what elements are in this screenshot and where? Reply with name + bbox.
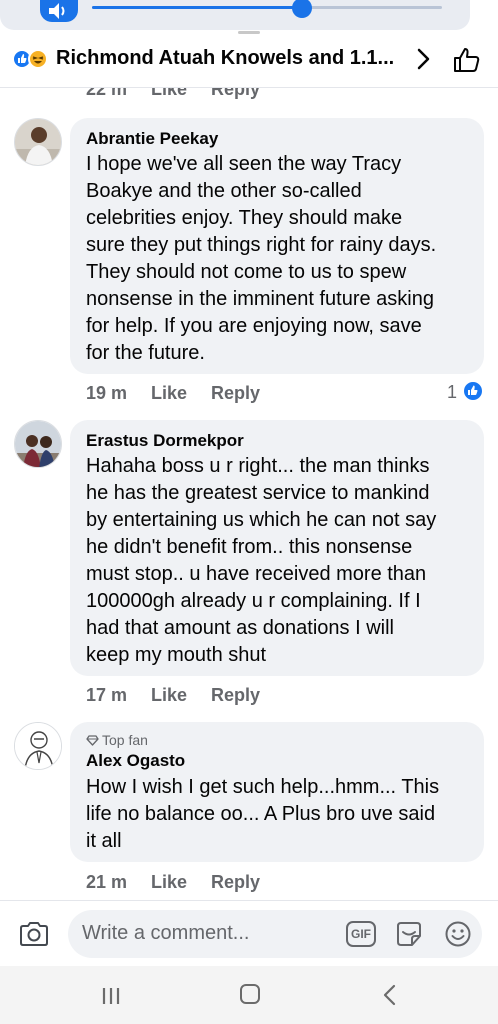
top-fan-badge[interactable]: Top fan: [86, 732, 148, 748]
chevron-right-icon[interactable]: [412, 46, 434, 72]
home-icon[interactable]: [240, 984, 260, 1004]
comment-placeholder[interactable]: Write a comment...: [82, 922, 249, 945]
comment-bubble: Erastus Dormekpor Hahaha boss u r right.…: [70, 420, 484, 676]
reply-button[interactable]: Reply: [211, 88, 260, 100]
comment-bubble: Top fan Alex Ogasto How I wish I get suc…: [70, 722, 484, 862]
comment-bubble: Abrantie Peekay I hope we've all seen th…: [70, 118, 484, 374]
like-button[interactable]: Like: [151, 685, 187, 706]
avatar[interactable]: [14, 722, 62, 770]
like-button[interactable]: Like: [151, 872, 187, 893]
camera-icon[interactable]: [18, 920, 50, 948]
like-thumb-icon[interactable]: [452, 46, 482, 74]
comment-author[interactable]: Erastus Dormekpor: [86, 431, 244, 451]
comment-time: 22 m: [86, 88, 128, 99]
comment-time: 17 m: [86, 685, 128, 705]
previous-comment-actions: 22 m Like Reply: [0, 88, 498, 102]
recent-apps-icon[interactable]: [101, 986, 121, 1006]
haha-icon: [28, 49, 48, 69]
comment-text: How I wish I get such help...hmm... This…: [86, 776, 440, 852]
volume-level: [92, 6, 302, 9]
drag-handle[interactable]: [238, 31, 260, 34]
volume-slider[interactable]: [92, 0, 442, 18]
composer-divider: [0, 900, 498, 901]
comment-time: 21 m: [86, 872, 128, 892]
reply-button[interactable]: Reply: [211, 685, 260, 706]
avatar[interactable]: [14, 118, 62, 166]
comment-input[interactable]: Write a comment... GIF: [68, 910, 482, 958]
like-icon: [462, 380, 484, 402]
emoji-icon[interactable]: [444, 920, 472, 948]
volume-panel: [0, 0, 470, 30]
header: Richmond Atuah Knowels and 1.1...: [0, 38, 498, 82]
comment-time: 19 m: [86, 383, 128, 403]
gif-button[interactable]: GIF: [346, 921, 376, 947]
like-button[interactable]: Like: [151, 88, 187, 100]
comment-author[interactable]: Abrantie Peekay: [86, 129, 218, 149]
comment-author[interactable]: Alex Ogasto: [86, 751, 185, 771]
system-nav-bar: [0, 966, 498, 1024]
reply-button[interactable]: Reply: [211, 383, 260, 404]
comment-text: Hahaha boss u r right... the man thinks …: [86, 455, 437, 666]
diamond-icon: [86, 735, 99, 746]
comment-text: I hope we've all seen the way Tracy Boak…: [86, 153, 437, 364]
volume-thumb[interactable]: [292, 0, 312, 18]
like-button[interactable]: Like: [151, 383, 187, 404]
reply-button[interactable]: Reply: [211, 872, 260, 893]
avatar[interactable]: [14, 420, 62, 468]
sticker-icon[interactable]: [394, 920, 424, 948]
reaction-count[interactable]: 1: [447, 382, 457, 403]
speaker-icon[interactable]: [40, 0, 78, 22]
reaction-summary[interactable]: [12, 48, 56, 70]
back-icon[interactable]: [382, 984, 398, 1006]
page-title[interactable]: Richmond Atuah Knowels and 1.1...: [56, 47, 394, 70]
